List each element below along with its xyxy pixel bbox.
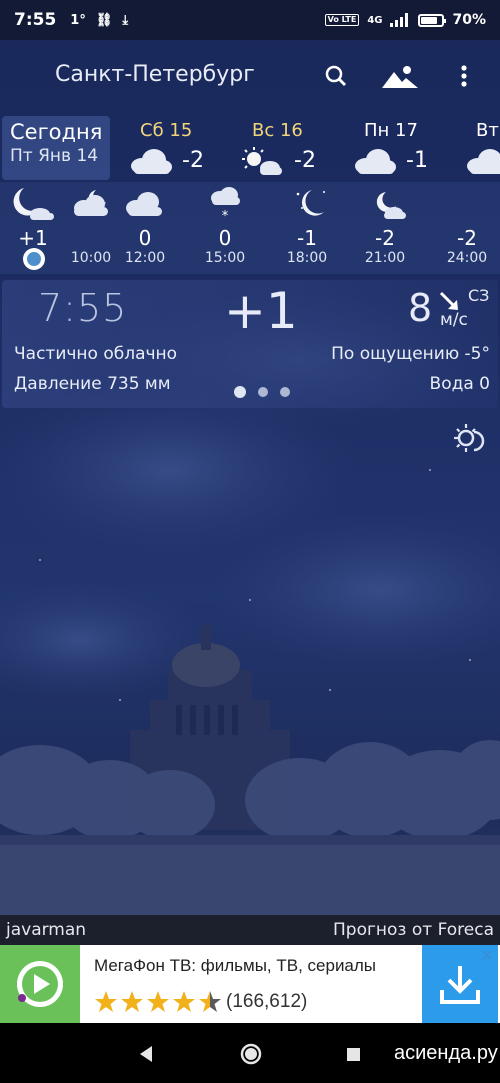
status-time: 7:55 <box>14 10 57 30</box>
current-time: 7:55 <box>38 286 128 330</box>
hour-temp: +1 <box>18 226 48 250</box>
today-label: Сегодня <box>10 120 103 144</box>
svg-text:*: * <box>222 209 229 222</box>
network-type: 4G <box>367 14 383 26</box>
hour-time: 12:00 <box>124 250 166 266</box>
link-icon: ⛓ <box>95 12 113 28</box>
forecast-provider[interactable]: Прогноз от Foreca <box>333 920 494 940</box>
page-dot <box>280 387 290 397</box>
more-vert-icon[interactable] <box>452 60 476 92</box>
search-icon[interactable] <box>320 60 352 92</box>
moon-cloud-icon <box>13 188 54 220</box>
day-name: Сб 15 <box>140 120 193 141</box>
ad-rating: (166,612) <box>94 989 307 1015</box>
hour-item: 10:00 <box>60 182 122 274</box>
rating-stars-icon <box>95 991 221 1012</box>
battery-icon <box>418 13 447 27</box>
signal-icon <box>390 13 409 27</box>
day-temp: -1 <box>406 148 428 173</box>
hour-temp: -1 <box>297 226 317 250</box>
sun-moon-toggle-icon[interactable] <box>450 420 486 456</box>
wind-direction: СЗ <box>468 286 490 305</box>
day-item[interactable]: Вс 16 -2 <box>224 118 334 178</box>
hour-temp: 0 <box>138 226 152 250</box>
cloud-icon <box>131 149 172 174</box>
volte-badge: Vo LTE <box>324 14 360 26</box>
recents-icon[interactable] <box>340 1041 366 1067</box>
cloud-icon <box>467 149 500 174</box>
hour-temp: -2 <box>375 226 395 250</box>
day-item[interactable]: Сб 15 -2 <box>112 118 222 178</box>
hour-time: 18:00 <box>286 250 328 266</box>
day-temp: -2 <box>294 148 316 173</box>
snow-cloud-icon: * <box>211 187 240 222</box>
hour-item: * 0 15:00 <box>194 182 256 274</box>
moon-stars-icon <box>296 190 325 216</box>
status-temp: 1° <box>70 12 86 28</box>
today-tab[interactable]: Сегодня Пт Янв 14 <box>2 116 110 180</box>
feels-like-text: По ощущению -5° <box>331 344 490 364</box>
daily-forecast-strip: Сегодня Пт Янв 14 Сб 15 -2 Вс 16 -2 Пн 1… <box>0 114 500 182</box>
wind-direction-arrow-icon <box>439 291 458 310</box>
hour-item: -1 18:00 <box>276 182 338 274</box>
app-icon[interactable] <box>0 945 80 1023</box>
city-name[interactable]: Санкт-Петербург <box>55 62 255 87</box>
current-hour-marker <box>23 248 45 270</box>
rating-count: (166,612) <box>226 991 308 1012</box>
download-icon: ⤓ <box>122 12 129 28</box>
home-icon[interactable] <box>238 1041 264 1067</box>
current-temperature: +1 <box>224 282 298 340</box>
app-toolbar: Санкт-Петербург <box>0 50 500 102</box>
today-date: Пт Янв 14 <box>10 146 99 166</box>
wind-speed: 8 <box>408 286 433 330</box>
day-name: Вс 16 <box>252 120 303 141</box>
credits-bar: javarman Прогноз от Foreca <box>0 915 500 945</box>
sun-cloud-icon <box>242 147 282 175</box>
ad-title[interactable]: МегаФон ТВ: фильмы, ТВ, сериалы <box>94 956 376 976</box>
condition-text: Частично облачно <box>14 344 178 364</box>
cloud-icon <box>355 149 396 174</box>
landscape-icon[interactable] <box>382 60 418 92</box>
battery-percent: 70% <box>452 12 486 28</box>
pressure-text: Давление 735 мм <box>14 374 171 394</box>
watermark: асиенда.ру <box>394 1042 498 1064</box>
hour-item: 0 12:00 <box>114 182 176 274</box>
page-indicator <box>234 386 290 398</box>
status-bar: 7:55 1° ⛓ ⤓ Vo LTE 4G 70% <box>0 0 500 40</box>
photo-credit[interactable]: javarman <box>6 920 86 940</box>
day-item[interactable]: Пн 17 -1 <box>336 118 446 178</box>
ad-banner[interactable]: МегаФон ТВ: фильмы, ТВ, сериалы (166,612… <box>0 945 500 1023</box>
hour-time: 15:00 <box>204 250 246 266</box>
moon-cloud-icon <box>74 190 108 216</box>
day-item[interactable]: Вт <box>448 118 500 178</box>
page-dot <box>258 387 268 397</box>
day-name: Пн 17 <box>364 120 418 141</box>
wind-unit: м/с <box>440 310 468 330</box>
download-icon <box>440 966 480 1004</box>
hourly-forecast[interactable]: +1 10:00 0 12:00 * 0 15:00 -1 18:00 -2 2… <box>0 182 500 274</box>
close-icon[interactable]: ✕ <box>478 947 496 965</box>
hour-time: 24:00 <box>446 250 488 266</box>
page-dot <box>234 386 246 398</box>
hour-item: -2 21:00 <box>354 182 416 274</box>
hour-temp: -2 <box>457 226 477 250</box>
moon-cloud-icon <box>376 192 406 219</box>
day-name: Вт <box>476 120 499 141</box>
hour-temp: 0 <box>218 226 232 250</box>
day-temp: -2 <box>182 148 204 173</box>
cloud-icon <box>126 192 162 216</box>
hour-item: -2 24:00 <box>436 182 498 274</box>
hour-time: 10:00 <box>70 250 112 266</box>
hour-time: 21:00 <box>364 250 406 266</box>
water-temp-text: Вода 0 <box>429 374 490 394</box>
current-conditions-panel[interactable]: 7:55 +1 8 СЗ м/с Частично облачно Давлен… <box>2 280 498 408</box>
back-icon[interactable] <box>134 1041 160 1067</box>
